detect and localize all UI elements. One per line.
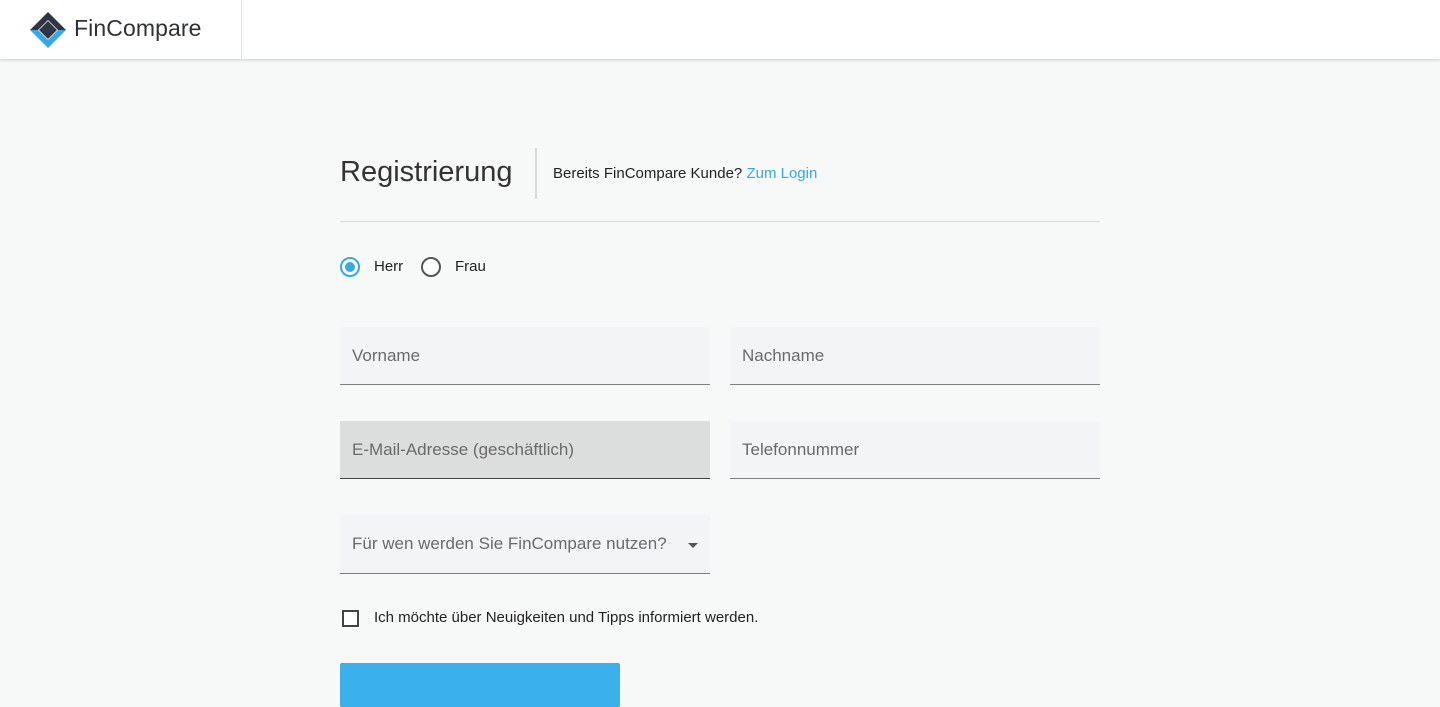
last-name-input[interactable] [730,327,1100,384]
radio-checked-icon[interactable] [340,257,360,277]
phone-input[interactable] [730,421,1100,478]
login-hint: Bereits FinCompare Kunde? Zum Login [553,165,817,182]
usage-select-placeholder: Für wen werden Sie FinCompare nutzen? [352,534,667,553]
newsletter-checkbox[interactable] [342,610,359,627]
fincompare-logo-icon [30,12,66,48]
first-name-input[interactable] [340,327,710,384]
phone-field [730,421,1100,479]
login-link[interactable]: Zum Login [746,165,817,182]
email-field [340,421,710,479]
heading-divider [535,148,537,199]
heading-separator [340,221,1100,222]
salutation-label-frau: Frau [455,258,486,275]
first-name-field [340,327,710,385]
newsletter-label: Ich möchte über Neuigkeiten und Tipps in… [374,609,759,626]
salutation-option-herr[interactable]: Herr [340,256,410,278]
form-heading: Registrierung Bereits FinCompare Kunde? … [340,148,1100,200]
caret-down-icon [688,543,698,548]
radio-unchecked-icon[interactable] [421,257,441,277]
submit-button[interactable] [340,663,620,707]
login-hint-text: Bereits FinCompare Kunde? [553,165,743,182]
top-navigation-bar: FinCompare [0,0,1440,59]
newsletter-checkbox-row[interactable]: Ich möchte über Neuigkeiten und Tipps in… [340,608,800,630]
usage-select[interactable]: Für wen werden Sie FinCompare nutzen? [340,515,710,574]
page-title: Registrierung [340,156,513,188]
brand-logo[interactable]: FinCompare [0,0,242,59]
salutation-label-herr: Herr [374,258,404,275]
salutation-option-frau[interactable]: Frau [421,256,491,278]
brand-name: FinCompare [74,15,202,41]
email-input[interactable] [340,421,710,478]
last-name-field [730,327,1100,385]
